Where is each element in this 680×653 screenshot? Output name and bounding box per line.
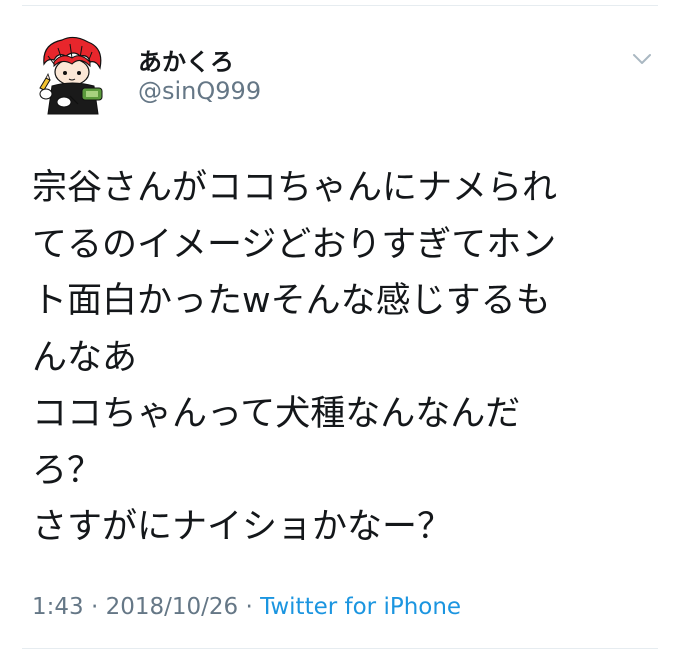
- tweet-text-line: てるのイメージどおりすぎてホン: [32, 224, 557, 265]
- tweet-text-line: ココちゃんって犬種なんなんだ: [32, 394, 521, 434]
- avatar[interactable]: [34, 34, 112, 116]
- meta-separator: ·: [83, 594, 106, 620]
- tweet-text-line: さすがにナイショかなー？: [32, 507, 453, 547]
- tweet-time[interactable]: 1:43: [32, 594, 84, 620]
- tweet-text: 宗谷さんがココちゃんにナメられ てるのイメージどおりすぎてホン ト面白かったwそ…: [32, 160, 662, 556]
- bottom-divider: [22, 648, 658, 649]
- tweet-metadata: 1:43 · 2018/10/26 · Twitter for iPhone: [32, 594, 461, 620]
- chevron-down-icon: [633, 54, 651, 64]
- top-divider: [22, 5, 658, 6]
- meta-separator: ·: [238, 594, 261, 620]
- tweet-menu-button[interactable]: [628, 48, 656, 70]
- display-name[interactable]: あかくろ: [138, 42, 234, 77]
- tweet-date[interactable]: 2018/10/26: [106, 594, 239, 620]
- tweet-text-line: ろ？: [32, 450, 103, 491]
- user-handle[interactable]: @sinQ999: [138, 77, 261, 105]
- tweet-text-line: 宗谷さんがココちゃんにナメられ: [32, 168, 558, 208]
- tweet-source-link[interactable]: Twitter for iPhone: [260, 594, 461, 620]
- avatar-illustration-icon: [39, 36, 103, 115]
- tweet-text-line: ト面白かったwそんな感じするも: [32, 281, 551, 321]
- tweet-text-line: んなあ: [32, 337, 138, 378]
